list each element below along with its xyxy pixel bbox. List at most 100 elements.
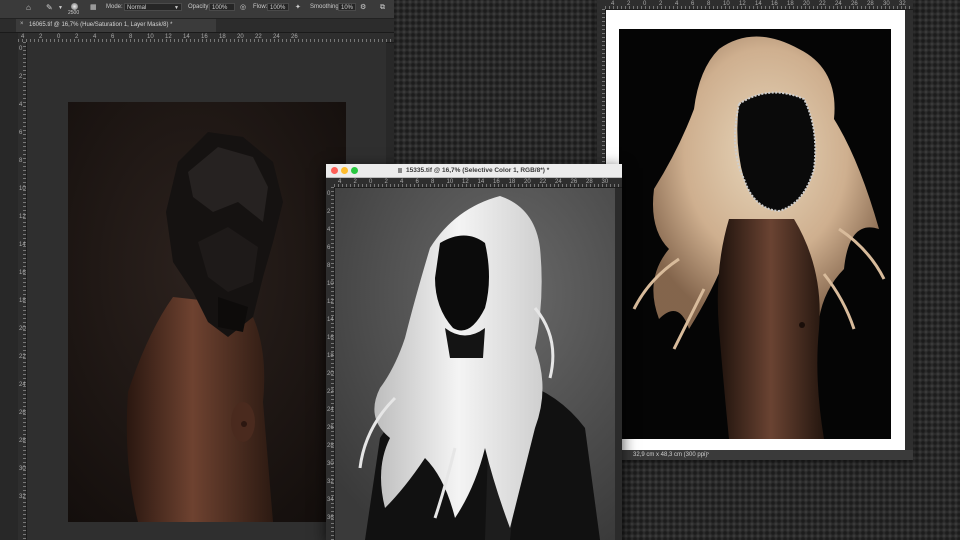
document-tab-title: 16065.tif @ 16,7% (Hue/Saturation 1, Lay… [29,22,173,28]
opacity-field[interactable]: 100% [209,3,235,11]
ruler-tick-label: 24 [273,34,280,40]
ruler-tick-label: 22 [819,1,826,7]
ruler-tick-label: 2 [384,179,388,185]
close-tab-icon[interactable]: × [20,21,24,27]
ruler-tick-label: 4 [21,34,25,40]
ruler-tick-label: 8 [707,1,711,7]
document-size-status: 32,9 cm x 48,3 cm (300 ppi) [633,452,708,458]
ruler-tick-label: 0 [643,1,647,7]
ruler-tick-label: 22 [327,389,334,395]
ruler-tick-label: 6 [691,1,695,7]
photo-artwork [68,102,346,522]
mode-select[interactable]: Normal ▼ [124,3,182,11]
ruler-tick-label: 10 [147,34,154,40]
horizontal-ruler: 4 2 0 2 4 6 8 10 12 14 16 18 20 22 24 26 28 30 [334,178,622,188]
brush-tool-icon[interactable]: ✎ [46,3,53,13]
minimize-button[interactable] [341,167,348,174]
window-title: 15335.tif @ 16,7% (Selective Color 1, RG… [406,167,550,174]
ruler-tick-label: 24 [327,407,334,413]
chevron-down-icon[interactable]: ▼ [58,3,63,13]
ruler-tick-label: 12 [19,214,26,220]
ruler-tick-label: 24 [555,179,562,185]
ruler-tick-label: 10 [446,179,454,185]
document-canvas[interactable] [606,10,905,450]
portrait-paper-mask-photo [68,102,346,522]
ruler-tick-label: 14 [19,242,26,248]
ruler-tick-label: 20 [524,179,531,185]
ruler-tick-label: 22 [255,34,262,40]
ruler-tick-label: 4 [400,179,404,185]
ruler-tick-label: 18 [327,353,334,359]
vertical-ruler: 0 2 4 6 8 10 12 14 16 18 20 22 24 26 28 30 32 [18,42,27,540]
smoothing-value: 10% [341,5,354,11]
ruler-tick-label: 26 [570,179,578,185]
ruler-tick-label: 28 [327,443,334,449]
ruler-tick-label: 28 [19,438,26,444]
ruler-tick-label: 16 [327,335,334,341]
airbrush-icon[interactable]: ✦ [295,3,301,13]
chevron-right-icon[interactable]: › [707,451,709,457]
portrait-blonde-hair-photo [619,29,891,439]
ruler-tick-label: 32 [327,479,334,485]
ruler-tick-label: 10 [327,281,334,287]
ruler-tick-label: 12 [462,179,469,185]
flow-field[interactable]: 100% [267,3,289,11]
ruler-tick-label: 26 [327,425,334,431]
ruler-tick-label: 16 [19,270,26,276]
brush-preset-picker[interactable]: 2500 [66,2,84,16]
ruler-tick-label: 32 [899,1,906,7]
ruler-tick-label: 24 [19,382,26,388]
chevron-down-icon: ▼ [174,5,179,11]
smoothing-options-icon[interactable]: ⚙ [360,3,366,13]
document-tab[interactable]: × 16065.tif @ 16,7% (Hue/Saturation 1, L… [16,19,216,32]
smoothing-label: Smoothing: [310,4,341,10]
brush-settings-icon[interactable]: ▦ [90,3,97,13]
ruler-tick-label: 4 [19,102,23,108]
ruler-tick-label: 16 [771,1,778,7]
ruler-tick-label: 30 [883,1,890,7]
ruler-tick-label: 8 [19,158,23,164]
ruler-tick-label: 4 [338,179,342,185]
ruler-tick-label: 6 [415,179,419,185]
opacity-value: 100% [212,5,228,11]
ruler-tick-label: 16 [201,34,208,40]
photo-artwork [619,29,891,439]
ruler-tick-label: 10 [19,186,26,192]
flow-value: 100% [270,5,286,11]
ruler-tick-label: 6 [111,34,115,40]
ruler-tick-label: 2 [659,1,663,7]
window-title-bar[interactable]: 15335.tif @ 16,7% (Selective Color 1, RG… [326,164,622,178]
ruler-tick-label: 14 [327,317,334,323]
brush-preview-icon [71,3,78,10]
ruler-tick-label: 14 [183,34,190,40]
ruler-tick-label: 24 [835,1,842,7]
close-button[interactable] [331,167,338,174]
ruler-tick-label: 30 [601,179,609,185]
ruler-tick-label: 18 [508,179,516,185]
ruler-tick-label: 0 [369,179,373,185]
home-icon[interactable]: ⌂ [26,3,31,13]
ruler-tick-label: 26 [851,1,858,7]
ruler-tick-label: 12 [165,34,172,40]
ruler-tick-label: 30 [327,461,334,467]
horizontal-ruler: 4 2 0 2 4 6 8 10 12 14 16 18 20 22 24 26 28 30 32 [605,0,913,10]
status-bar: 32,9 cm x 48,3 cm (300 ppi) › [597,450,913,460]
smoothing-field[interactable]: 10% [338,3,356,11]
ruler-tick-label: 2 [353,179,357,185]
ruler-tick-label: 22 [19,354,26,360]
pressure-opacity-icon[interactable]: ◎ [240,3,246,13]
ruler-tick-label: 28 [867,1,874,7]
ruler-tick-label: 8 [129,34,133,40]
ruler-tick-label: 4 [327,227,331,233]
symmetry-icon[interactable]: ⧉ [380,3,385,13]
document-file-icon [398,168,402,173]
ruler-tick-label: 0 [327,191,331,197]
zoom-button[interactable] [351,167,358,174]
document-canvas[interactable] [335,188,622,540]
ruler-tick-label: 2 [39,34,43,40]
ruler-tick-label: 36 [327,515,334,521]
ruler-tick-label: 10 [723,1,730,7]
ruler-tick-label: 28 [586,179,593,185]
ruler-tick-label: 4 [93,34,97,40]
mode-label: Mode: [106,4,123,10]
